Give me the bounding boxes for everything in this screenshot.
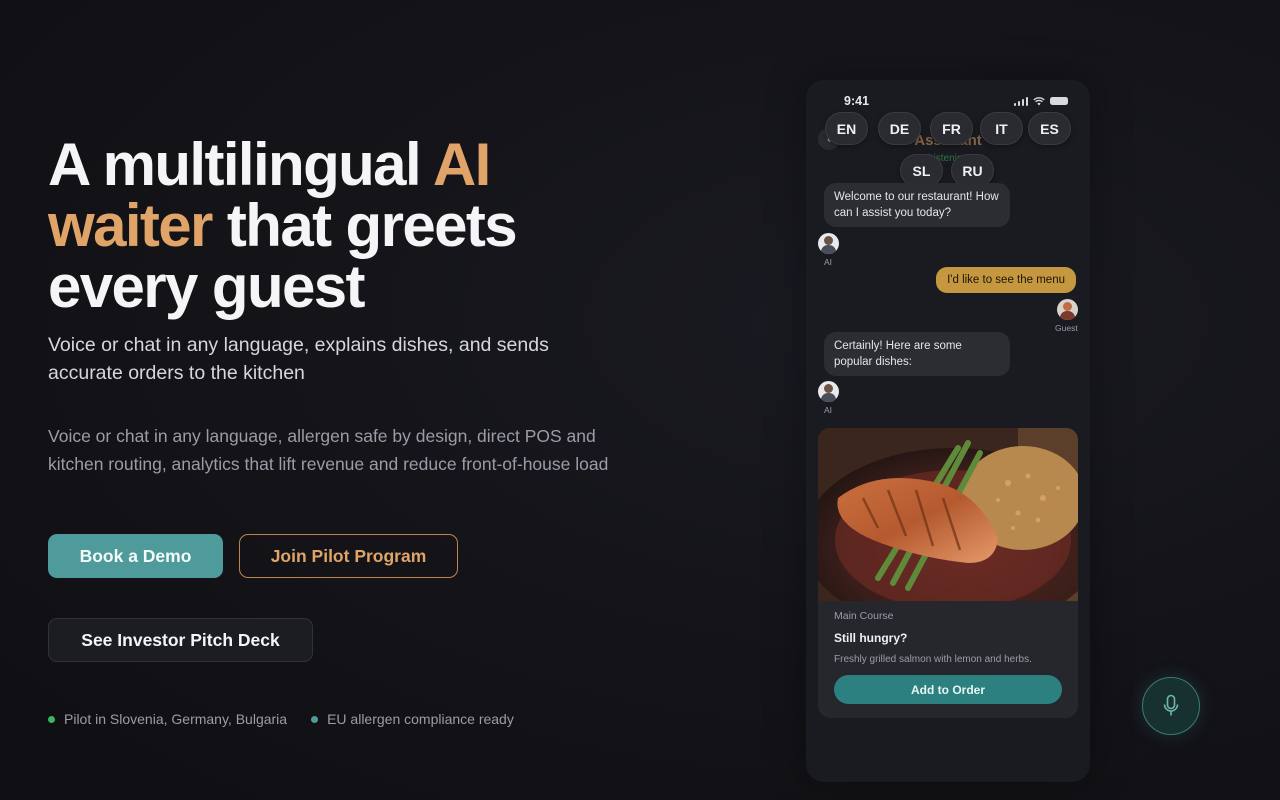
dish-name: Still hungry? [834, 631, 908, 645]
chat-bubble-ai: Welcome to our restaurant! How can I ass… [824, 183, 1010, 227]
ai-avatar [818, 381, 839, 402]
lang-pill-en[interactable]: EN [825, 112, 868, 145]
dish-category: Main Course [834, 610, 894, 622]
lang-pill-it[interactable]: IT [980, 112, 1023, 145]
ai-label: AI [824, 257, 833, 267]
chat-bubble-guest: I'd like to see the menu [936, 267, 1076, 293]
footnotes: Pilot in Slovenia, Germany, Bulgaria EU … [48, 711, 514, 727]
teal-dot-icon [311, 715, 319, 723]
headline-text: A multilingual [48, 131, 433, 198]
dish-card[interactable]: Main Course Still hungry? Freshly grille… [818, 428, 1078, 718]
mic-button[interactable] [1142, 677, 1200, 735]
hero-section: A multilingual AI waiter that greets ever… [48, 134, 648, 727]
chat-bubble-ai: Certainly! Here are some popular dishes: [824, 332, 1010, 376]
footnote-compliance: EU allergen compliance ready [311, 711, 514, 727]
ai-avatar [818, 233, 839, 254]
guest-label: Guest [1055, 323, 1078, 333]
add-to-order-button[interactable]: Add to Order [834, 675, 1062, 704]
status-bar: 9:41 [844, 94, 1068, 108]
signal-icon [1013, 96, 1028, 106]
lang-pill-es[interactable]: ES [1028, 112, 1071, 145]
hero-subhead: Voice or chat in any language, explains … [48, 334, 549, 384]
dish-description: Freshly grilled salmon with lemon and he… [834, 654, 1032, 665]
status-icons [1013, 96, 1068, 106]
phone-mockup: 9:41 ‹ Assistant Listening EN DE FR IT E… [806, 80, 1090, 782]
lang-pill-de[interactable]: DE [878, 112, 921, 145]
cta-row: Book a Demo Join Pilot Program [48, 534, 458, 578]
battery-icon [1050, 97, 1068, 105]
green-dot-icon [48, 715, 55, 723]
hero-headline: A multilingual AI waiter that greets ever… [48, 134, 648, 317]
guest-avatar [1057, 299, 1078, 320]
assistant-status: Listening [927, 153, 969, 164]
join-pilot-button[interactable]: Join Pilot Program [239, 534, 458, 578]
investor-deck-button[interactable]: See Investor Pitch Deck [48, 618, 313, 662]
footnote-compliance-text: EU allergen compliance ready [327, 711, 514, 727]
headline-accent-ai: AI [432, 131, 491, 198]
hero-description: Voice or chat in any language, allergen … [48, 426, 609, 474]
book-demo-button[interactable]: Book a Demo [48, 534, 223, 578]
wifi-icon [1033, 96, 1045, 105]
dish-image [818, 428, 1078, 601]
footnote-pilot-text: Pilot in Slovenia, Germany, Bulgaria [64, 711, 288, 727]
ai-label: AI [824, 405, 833, 415]
status-time: 9:41 [844, 94, 870, 108]
lang-pill-fr[interactable]: FR [930, 112, 973, 145]
microphone-icon [1163, 694, 1179, 716]
headline-accent-waiter: waiter [48, 192, 213, 259]
footnote-pilot: Pilot in Slovenia, Germany, Bulgaria [48, 711, 287, 727]
